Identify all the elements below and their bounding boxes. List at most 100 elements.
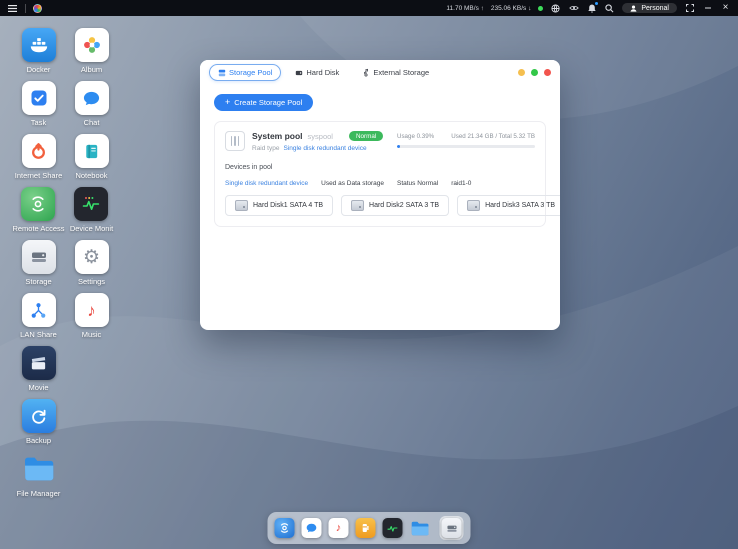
disk-label: Hard Disk2 SATA 3 TB	[369, 202, 439, 209]
desktop-app-album[interactable]: Album	[75, 28, 109, 81]
globe-icon[interactable]	[550, 3, 561, 14]
desktop-app-notebook[interactable]: Notebook	[75, 134, 109, 187]
capacity-label: Used 21.34 GB / Total 5.32 TB	[451, 133, 535, 140]
disk-card-1[interactable]: Hard Disk1 SATA 4 TB	[225, 195, 333, 216]
desktop-app-storage[interactable]: Storage	[22, 240, 56, 293]
backup-icon	[22, 399, 56, 433]
app-label: Music	[82, 330, 102, 339]
window-close-button[interactable]	[544, 69, 551, 76]
storage-window: Storage Pool Hard Disk External Storage	[200, 60, 560, 330]
desktop-app-backup[interactable]: Backup	[22, 399, 56, 452]
dock-file-manager-icon[interactable]	[410, 518, 430, 538]
top-bar-right: 11.70 MB/s ↑ 235.06 KB/s ↓ Personal	[446, 3, 731, 14]
dock-music-icon[interactable]: ♪	[329, 518, 349, 538]
bell-icon[interactable]	[586, 3, 597, 14]
tab-storage-pool[interactable]: Storage Pool	[209, 64, 281, 81]
usage-progress-bar	[397, 145, 535, 148]
desktop-app-docker[interactable]: Docker	[22, 28, 56, 81]
desktop-app-remote-access[interactable]: Remote Access	[12, 187, 64, 240]
hard-disk-icon	[235, 200, 248, 211]
dock-remote-access-icon[interactable]	[275, 518, 295, 538]
settings-icon: ⚙	[75, 240, 109, 274]
tab-label: External Storage	[373, 68, 429, 77]
desktop-app-grid: Docker Album Task Chat	[12, 28, 118, 505]
external-storage-icon	[362, 68, 370, 77]
tab-hard-disk[interactable]: Hard Disk	[286, 64, 348, 81]
pool-property: Used as Data storage	[321, 180, 384, 187]
status-dot	[538, 6, 543, 11]
pool-header: System pool syspool Normal Raid type Sin…	[225, 131, 535, 152]
dock-tools-icon[interactable]	[356, 518, 376, 538]
task-icon	[22, 81, 56, 115]
app-label: Settings	[78, 277, 105, 286]
window-body: + Create Storage Pool System pool syspoo…	[200, 85, 560, 234]
disk-card-2[interactable]: Hard Disk2 SATA 3 TB	[341, 195, 449, 216]
menu-icon[interactable]	[7, 3, 18, 14]
top-bar-left	[7, 3, 42, 14]
dock: ♪	[268, 512, 471, 544]
dock-chat-icon[interactable]	[302, 518, 322, 538]
tab-label: Storage Pool	[229, 68, 272, 77]
separator	[25, 4, 26, 13]
hard-disk-icon	[467, 200, 480, 211]
music-icon: ♪	[75, 293, 109, 327]
desktop-app-settings[interactable]: ⚙ Settings	[75, 240, 109, 293]
desktop-app-file-manager[interactable]: File Manager	[17, 452, 61, 505]
tab-external-storage[interactable]: External Storage	[353, 64, 438, 81]
usage-block: Usage 0.39% Used 21.34 GB / Total 5.32 T…	[397, 131, 535, 148]
window-zoom-button[interactable]	[531, 69, 538, 76]
window-minimize-button[interactable]	[518, 69, 525, 76]
app-label: Docker	[27, 65, 51, 74]
app-label: LAN Share	[20, 330, 57, 339]
pool-icon	[225, 131, 245, 151]
personal-account-button[interactable]: Personal	[622, 3, 677, 13]
docker-icon	[22, 28, 56, 62]
desktop-app-task[interactable]: Task	[22, 81, 56, 134]
eye-icon[interactable]	[568, 3, 579, 14]
pool-property[interactable]: Single disk redundant device	[225, 180, 308, 187]
hard-disk-icon	[351, 200, 364, 211]
storage-pool-icon	[218, 69, 226, 77]
notebook-icon	[75, 134, 109, 168]
desktop-app-lan-share[interactable]: LAN Share	[20, 293, 57, 346]
plus-icon: +	[225, 99, 230, 106]
desktop-app-internet-share[interactable]: Internet Share	[15, 134, 63, 187]
close-icon[interactable]: ×	[720, 3, 731, 14]
raid-type-label: Raid type	[252, 145, 279, 152]
app-label: Device Monit	[70, 224, 113, 233]
devices-in-pool-heading: Devices in pool	[225, 164, 535, 171]
top-bar: 11.70 MB/s ↑ 235.06 KB/s ↓ Personal	[0, 0, 738, 16]
hard-disk-icon	[295, 69, 303, 77]
movie-icon	[22, 346, 56, 380]
minimize-icon[interactable]	[702, 3, 713, 14]
dock-storage-icon[interactable]	[442, 518, 462, 538]
create-storage-pool-button[interactable]: + Create Storage Pool	[214, 94, 313, 111]
window-header[interactable]: Storage Pool Hard Disk External Storage	[200, 60, 560, 85]
usage-progress-fill	[397, 145, 400, 148]
app-label: Internet Share	[15, 171, 63, 180]
pool-info: System pool syspool Normal Raid type Sin…	[252, 131, 383, 152]
dock-device-monitor-icon[interactable]	[383, 518, 403, 538]
desktop-app-movie[interactable]: Movie	[22, 346, 56, 399]
search-icon[interactable]	[604, 3, 615, 14]
pool-title-row: System pool syspool Normal	[252, 131, 383, 141]
os-logo-icon[interactable]	[33, 4, 42, 13]
download-speed: 235.06 KB/s ↓	[491, 5, 531, 12]
disk-card-list: Hard Disk1 SATA 4 TB Hard Disk2 SATA 3 T…	[225, 195, 535, 216]
window-controls	[518, 69, 551, 76]
internet-share-icon	[22, 134, 56, 168]
desktop-app-device-monitor[interactable]: Device Monit	[70, 187, 113, 240]
raid-type-value[interactable]: Single disk redundant device	[283, 145, 366, 152]
desktop-app-chat[interactable]: Chat	[75, 81, 109, 134]
desktop-app-music[interactable]: ♪ Music	[75, 293, 109, 346]
screen: 11.70 MB/s ↑ 235.06 KB/s ↓ Personal	[0, 0, 738, 549]
disk-card-3[interactable]: Hard Disk3 SATA 3 TB	[457, 195, 560, 216]
chat-icon	[75, 81, 109, 115]
pool-property: Status Normal	[397, 180, 438, 187]
app-label: Movie	[28, 383, 48, 392]
app-label: Backup	[26, 436, 51, 445]
storage-icon	[22, 240, 56, 274]
usage-label: Usage 0.39%	[397, 133, 434, 140]
album-icon	[75, 28, 109, 62]
fullscreen-icon[interactable]	[684, 3, 695, 14]
